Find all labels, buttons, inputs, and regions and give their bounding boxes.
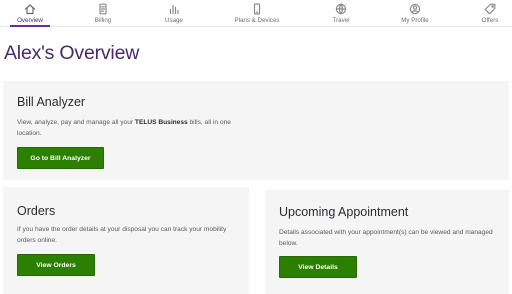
orders-title: Orders (17, 204, 56, 218)
bill-analyzer-title: Bill Analyzer (17, 95, 86, 109)
nav-label-offers: Offers (481, 17, 499, 24)
nav-label-billing: Billing (94, 17, 112, 24)
top-navigation: Overview Billing Usage Plans & Devices T… (0, 0, 512, 27)
nav-item-billing[interactable]: Billing (87, 0, 119, 27)
profile-icon (408, 2, 422, 16)
usage-bars-icon (167, 2, 181, 16)
nav-label-usage: Usage (165, 17, 183, 24)
nav-item-travel[interactable]: Travel (326, 0, 356, 27)
upcoming-appointment-title: Upcoming Appointment (279, 205, 409, 219)
nav-label-my-profile: My Profile (401, 17, 429, 24)
globe-icon (334, 2, 348, 16)
upcoming-appointment-card: Upcoming Appointment Details associated … (265, 190, 509, 294)
bill-analyzer-card: Bill Analyzer View, analyze, pay and man… (3, 81, 509, 180)
upcoming-appointment-description: Details associated with your appointment… (279, 229, 493, 247)
orders-description: If you have the order details at your di… (17, 226, 227, 244)
nav-item-usage[interactable]: Usage (158, 0, 190, 27)
nav-item-plans-devices[interactable]: Plans & Devices (229, 0, 285, 27)
go-to-bill-analyzer-button[interactable]: Go to Bill Analyzer (17, 147, 104, 169)
phone-icon (250, 2, 264, 16)
nav-item-my-profile[interactable]: My Profile (396, 0, 434, 27)
bill-icon (96, 2, 110, 16)
nav-label-overview: Overview (17, 17, 43, 24)
tag-icon (483, 2, 497, 16)
nav-item-overview[interactable]: Overview (10, 0, 50, 27)
view-details-button[interactable]: View Details (279, 256, 357, 278)
nav-label-plans-devices: Plans & Devices (234, 17, 280, 24)
telus-business-bold: TELUS Business (134, 119, 188, 126)
home-icon (23, 2, 37, 16)
nav-label-travel: Travel (332, 17, 350, 24)
bill-analyzer-description: View, analyze, pay and manage all your T… (17, 119, 231, 137)
view-orders-button[interactable]: View Orders (17, 254, 95, 276)
page-title: Alex's Overview (4, 42, 140, 64)
nav-item-offers[interactable]: Offers (476, 0, 504, 27)
orders-card: Orders If you have the order details at … (3, 187, 249, 294)
